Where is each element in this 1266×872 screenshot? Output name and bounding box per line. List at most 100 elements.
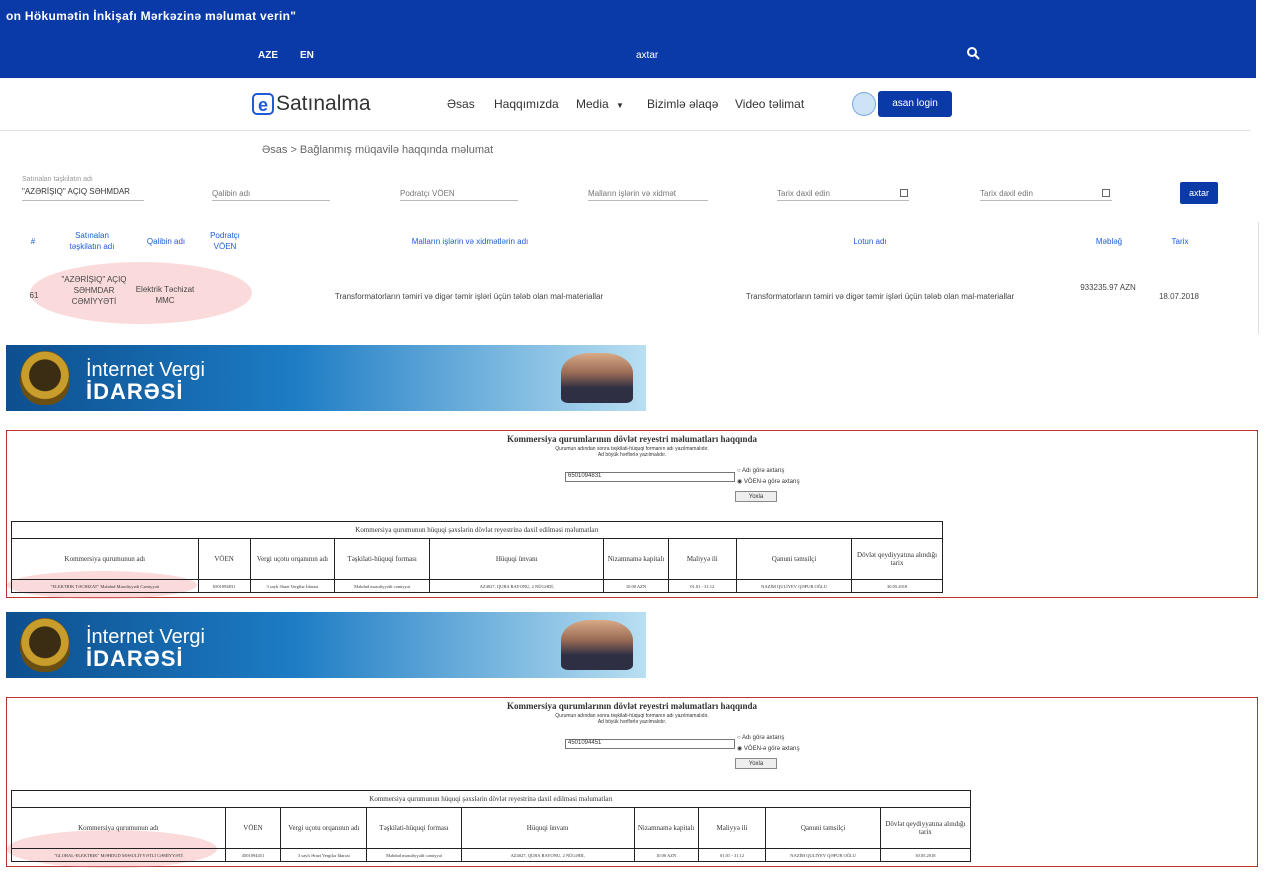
- lang-en-link[interactable]: EN: [300, 50, 314, 61]
- registry-hint: Ad böyük hərflərlə yazılmalıdır.: [597, 719, 667, 725]
- nav-item-about[interactable]: Haqqımızda: [494, 97, 559, 111]
- col-header: Vergi uçotu orqanının adı: [280, 807, 368, 849]
- radio-label: VÖEN-ə görə axtarış: [743, 479, 800, 485]
- top-search-input[interactable]: axtar: [636, 50, 658, 61]
- registry-table: Kommersiya qurumunun hüquqi şəxslərin dö…: [11, 521, 943, 593]
- calendar-icon[interactable]: [1102, 189, 1110, 197]
- col-header: Maliyyə ili: [697, 807, 767, 849]
- table-cell: Məhdud məsuliyyətli cəmiyyət: [334, 579, 431, 593]
- col-header: Hüquqi ünvanı: [429, 538, 605, 580]
- registry-panel: Kommersiya qurumlarının dövlət reyestri …: [6, 430, 1258, 599]
- col-header: Hüquqi ünvanı: [460, 807, 635, 849]
- table-cell: "ELEKTRIK TƏCHIZAT" Məhdud Məsuliyyətli …: [11, 579, 199, 593]
- lang-aze-link[interactable]: AZE: [258, 50, 278, 61]
- voen-filter-input[interactable]: [400, 187, 518, 201]
- winner-filter-input[interactable]: [212, 187, 330, 201]
- registry-table: Kommersiya qurumunun hüquqi şəxslərin dö…: [11, 790, 972, 862]
- registry-hint: Ad böyük hərflərlə yazılmalıdır.: [597, 452, 667, 458]
- check-button[interactable]: Yoxla: [735, 491, 777, 502]
- registry-table-caption: Kommersiya qurumunun hüquqi şəxslərin dö…: [11, 521, 943, 539]
- col-header: Nizamnamə kapitalı: [603, 538, 669, 580]
- table-cell: 10.00 AZN: [603, 579, 669, 593]
- col-header: Təşkilati-hüquqi forması: [334, 538, 431, 580]
- col-header-num: #: [30, 237, 36, 246]
- chevron-down-icon: ▼: [616, 101, 624, 110]
- row-num: 61: [29, 291, 39, 300]
- logo-text: Satınalma: [276, 92, 371, 115]
- table-cell: 4501094451: [224, 848, 282, 862]
- logo-e-mark: e: [252, 93, 274, 115]
- table-cell: 01.01 - 31.12: [697, 848, 767, 862]
- radio-label: Adı görə axtarış: [741, 735, 785, 741]
- col-header-goods: Malların işlərin və xidmətlərin adı: [411, 237, 529, 246]
- table-cell: 6501094831: [197, 579, 251, 593]
- tax-emblem-logo: [20, 351, 70, 405]
- nav-item-media[interactable]: Media ▼: [576, 97, 624, 111]
- banner-subtitle: İDARƏSİ: [86, 646, 184, 671]
- col-header: Qanuni təmsilçi: [765, 807, 881, 849]
- date-from-input[interactable]: [777, 187, 909, 201]
- table-cell: 30.05.2018: [879, 848, 972, 862]
- col-header-amount: Məbləğ: [1095, 237, 1123, 246]
- radio-on-icon: ◉: [737, 746, 744, 752]
- org-filter-label: Satınalan təşkilatın adı: [22, 176, 93, 183]
- radio-label: VÖEN-ə görə axtarış: [743, 746, 800, 752]
- search-button[interactable]: axtar: [1180, 182, 1218, 204]
- vergi-banner: İnternet Vergi İDARƏSİ: [6, 612, 646, 678]
- col-header: Qanuni təmsilçi: [735, 538, 853, 580]
- radio-on-icon: ◉: [737, 479, 744, 485]
- registry-search-input[interactable]: 6501094831: [565, 472, 735, 482]
- col-header-date: Tarix: [1171, 237, 1189, 246]
- table-cell: 01.01 - 31.12: [667, 579, 737, 593]
- col-header: VÖEN: [224, 807, 282, 849]
- col-header: Kommersiya qurumunun adı: [11, 538, 199, 580]
- col-header-winner: Qalibin adı: [146, 237, 186, 246]
- breadcrumb: Əsas > Bağlanmış müqavilə haqqında məlum…: [262, 144, 494, 156]
- col-header-lot: Lotun adı: [853, 237, 887, 246]
- radio-by-name[interactable]: ○ Adı görə axtarış: [737, 735, 784, 741]
- radio-by-voen[interactable]: ◉ VÖEN-ə görə axtarış: [737, 745, 800, 752]
- col-header: Təşkilati-hüquqi forması: [366, 807, 462, 849]
- registry-title: Kommersiya qurumlarının dövlət reyestri …: [506, 434, 758, 444]
- radio-by-name[interactable]: ○ Adı görə axtarış: [737, 468, 784, 474]
- row-lot: Transformatorların təmiri və digər təmir…: [745, 292, 1015, 301]
- date-to-input[interactable]: [980, 187, 1112, 201]
- asan-login-button[interactable]: asan login: [878, 91, 952, 117]
- nav-divider: [0, 130, 1250, 131]
- row-org[interactable]: "AZƏRİŞIQ" AÇIQ SƏHMDAR CƏMİYYƏTİ: [54, 274, 134, 307]
- marquee-text: on Hökumətin İnkişafı Mərkəzinə məlumat …: [6, 9, 297, 23]
- col-header: Maliyyə ili: [667, 538, 737, 580]
- registry-title: Kommersiya qurumlarının dövlət reyestri …: [506, 701, 758, 711]
- col-header: Dövlət qeydiyyatına alındığı tarix: [879, 807, 972, 849]
- radio-label: Adı görə axtarış: [741, 468, 785, 474]
- col-header-voen: Podratçı VÖEN: [210, 231, 240, 251]
- nav-item-home[interactable]: Əsas: [447, 97, 475, 111]
- table-cell: AZ4027, QUBA RAYONU, 2 NÜGƏDİ,: [460, 848, 635, 862]
- check-button[interactable]: Yoxla: [735, 758, 777, 769]
- asan-logo-icon: [852, 92, 876, 116]
- nav-item-media-label: Media: [576, 97, 609, 111]
- nav-item-video[interactable]: Video təlimat: [735, 97, 804, 111]
- table-cell: NAZİM QULİYEV QƏFUR OĞLU: [765, 848, 881, 862]
- registry-table-caption: Kommersiya qurumunun hüquqi şəxslərin dö…: [11, 790, 971, 808]
- calendar-icon[interactable]: [900, 189, 908, 197]
- radio-by-voen[interactable]: ◉ VÖEN-ə görə axtarış: [737, 478, 800, 485]
- goods-filter-input[interactable]: [588, 187, 708, 201]
- col-header: Dövlət qeydiyyatına alındığı tarix: [851, 538, 943, 580]
- org-filter-input[interactable]: "AZƏRİŞIQ" AÇIQ SƏHMDAR: [22, 187, 144, 201]
- table-cell: 30.05.2018: [851, 579, 943, 593]
- col-header: Vergi uçotu orqanının adı: [249, 538, 336, 580]
- registry-search-input[interactable]: 4501094451: [565, 739, 735, 749]
- registry-panel: Kommersiya qurumlarının dövlət reyestri …: [6, 697, 1258, 868]
- col-header: VÖEN: [197, 538, 251, 580]
- table-cell: 3 saylı Ərazi Vergilər İdarəsi: [249, 579, 336, 593]
- search-icon[interactable]: [966, 46, 980, 60]
- esatinalma-logo[interactable]: e Satınalma: [252, 92, 371, 116]
- row-winner[interactable]: Elektrik Təchizat MMC: [132, 284, 198, 306]
- nav-item-contact[interactable]: Bizimlə əlaqə: [647, 97, 718, 111]
- vergi-banner: İnternet Vergi İDARƏSİ: [6, 345, 646, 411]
- banner-portrait-image: [561, 353, 633, 403]
- banner-portrait-image: [561, 620, 633, 670]
- table-cell: AZ4027, QUBA RAYONU, 2 NÜGƏDİ,: [429, 579, 605, 593]
- table-cell: Məhdud məsuliyyətli cəmiyyət: [366, 848, 462, 862]
